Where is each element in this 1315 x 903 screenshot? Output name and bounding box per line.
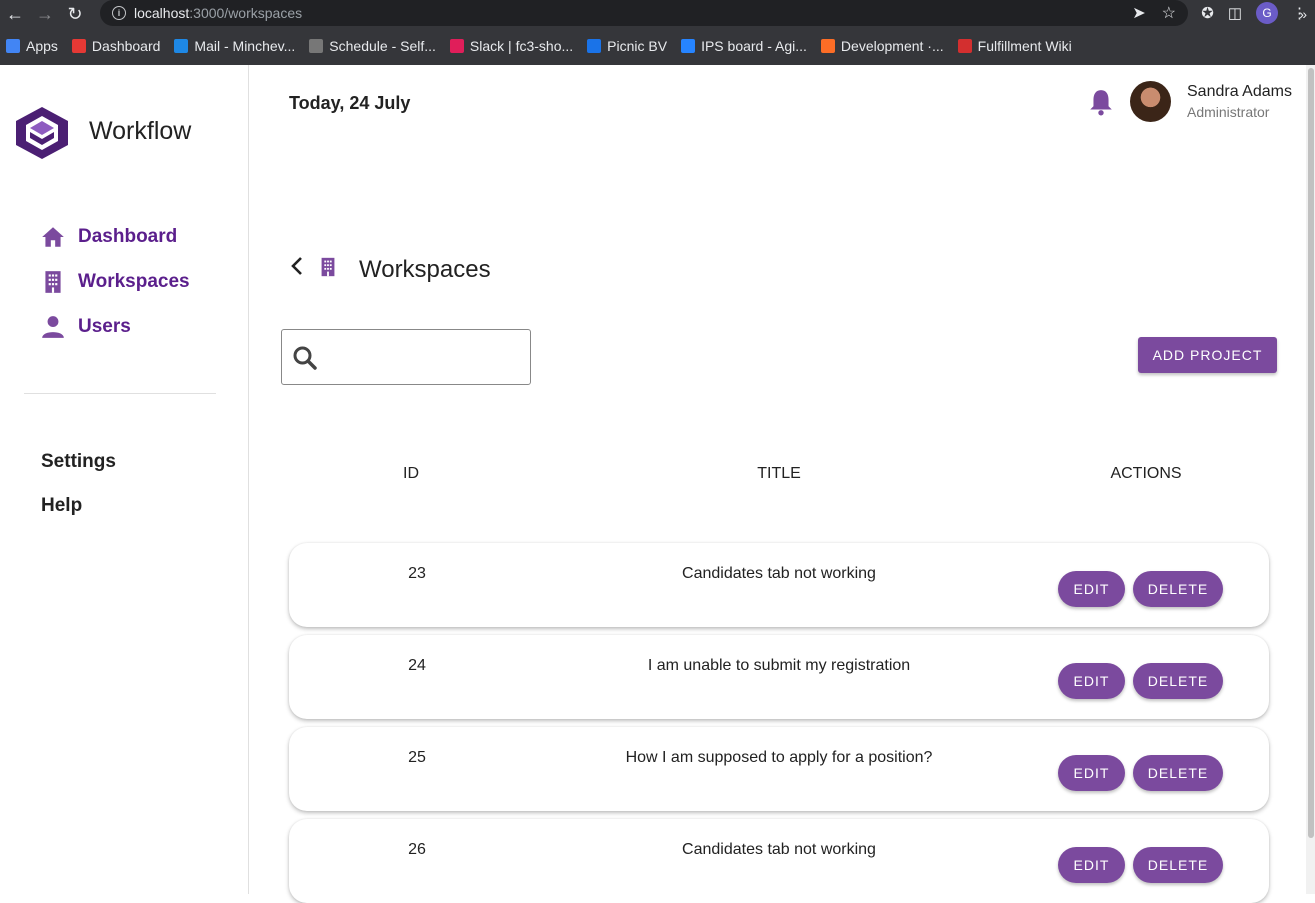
edit-button[interactable]: EDIT [1058, 755, 1125, 791]
delete-button[interactable]: DELETE [1133, 571, 1223, 607]
table-row: 26 Candidates tab not working EDIT DELET… [289, 819, 1269, 903]
bookmarks-more-icon[interactable]: » [1299, 6, 1307, 22]
bookmark-item[interactable]: Apps [6, 38, 58, 54]
row-title: I am unable to submit my registration [647, 657, 911, 674]
extensions-icon[interactable]: ✪ [1201, 4, 1214, 22]
back-arrow-icon[interactable]: ← [0, 0, 30, 28]
building-icon [40, 269, 66, 295]
profile-avatar[interactable]: G [1256, 2, 1278, 24]
column-header-actions: ACTIONS [1110, 465, 1182, 482]
settings-link[interactable]: Settings [41, 451, 116, 473]
edit-button[interactable]: EDIT [1058, 847, 1125, 883]
sidebar-item-label: Workspaces [78, 271, 190, 292]
bookmark-item[interactable]: Development ·... [820, 38, 944, 54]
user-name: Sandra Adams [1187, 83, 1292, 100]
row-id: 24 [408, 657, 426, 674]
user-role: Administrator [1187, 104, 1270, 120]
delete-button[interactable]: DELETE [1133, 755, 1223, 791]
url-path: :3000/workspaces [189, 5, 303, 21]
bookmark-label: Mail - Minchev... [194, 38, 296, 54]
edit-button[interactable]: EDIT [1058, 571, 1125, 607]
row-id: 25 [408, 749, 426, 766]
bookmark-label: Slack | fc3-sho... [469, 38, 574, 54]
page-heading: Workspaces [289, 254, 491, 285]
edit-button[interactable]: EDIT [1058, 663, 1125, 699]
delete-button[interactable]: DELETE [1133, 847, 1223, 883]
bookmark-label: Fulfillment Wiki [977, 38, 1072, 54]
info-icon[interactable]: i [112, 6, 126, 20]
bookmark-favicon-icon [957, 39, 972, 53]
chevron-left-icon[interactable] [289, 254, 305, 285]
sidebar-item-label: Dashboard [78, 226, 178, 247]
home-icon [40, 224, 66, 250]
bookmark-label: Apps [26, 38, 58, 54]
sidebar-item-label: Users [78, 316, 131, 337]
star-icon[interactable]: ☆ [1162, 3, 1176, 23]
search-box[interactable] [281, 329, 531, 385]
send-icon[interactable]: ➤ [1132, 3, 1145, 23]
search-icon [293, 346, 317, 370]
side-panel-icon[interactable]: ◫ [1228, 4, 1242, 22]
bookmark-favicon-icon [174, 39, 189, 53]
today-date: Today, 24 July [289, 93, 411, 113]
sidebar-item-users[interactable]: Users [40, 314, 131, 340]
add-project-button[interactable]: ADD PROJECT [1138, 337, 1277, 373]
reload-icon[interactable]: ↻ [60, 0, 90, 28]
browser-chrome: ← → ↻ i localhost:3000/workspaces ➤ ☆ ✪ … [0, 0, 1315, 65]
bookmark-item[interactable]: Dashboard [71, 38, 161, 54]
table-row: 25 How I am supposed to apply for a posi… [289, 727, 1269, 811]
address-bar[interactable]: i localhost:3000/workspaces ➤ ☆ [100, 0, 1188, 26]
person-icon [40, 314, 66, 340]
sidebar-divider [24, 393, 216, 394]
bookmark-favicon-icon [449, 39, 464, 53]
bookmark-item[interactable]: IPS board - Agi... [681, 38, 807, 54]
bookmark-item[interactable]: Schedule - Self... [309, 38, 436, 54]
building-icon [317, 254, 339, 285]
table-row: 23 Candidates tab not working EDIT DELET… [289, 543, 1269, 627]
sidebar-item-workspaces[interactable]: Workspaces [40, 269, 190, 295]
url-host: localhost [134, 5, 190, 21]
forward-arrow-icon[interactable]: → [30, 0, 60, 28]
help-link[interactable]: Help [41, 495, 82, 517]
bookmark-favicon-icon [71, 39, 86, 53]
row-title: Candidates tab not working [682, 565, 876, 582]
bell-icon[interactable] [1088, 88, 1114, 116]
row-title: How I am supposed to apply for a positio… [625, 749, 933, 766]
bookmark-label: Dashboard [91, 38, 161, 54]
bookmark-item[interactable]: Mail - Minchev... [174, 38, 295, 54]
table-row: 24 I am unable to submit my registration… [289, 635, 1269, 719]
bookmark-favicon-icon [681, 39, 696, 53]
search-input[interactable] [326, 338, 522, 376]
scrollbar-thumb[interactable] [1308, 68, 1314, 838]
bookmark-favicon-icon [587, 39, 602, 53]
workflow-logo [16, 107, 68, 159]
bookmark-favicon-icon [309, 39, 324, 53]
brand-name: Workflow [89, 117, 192, 145]
bookmark-label: Development ·... [840, 38, 944, 54]
bookmark-favicon-icon [820, 39, 835, 53]
row-id: 23 [408, 565, 426, 582]
column-header-id: ID [403, 465, 419, 482]
sidebar: Workflow Dashboard Workspaces Users Sett… [0, 65, 249, 894]
row-id: 26 [408, 841, 426, 858]
bookmark-item[interactable]: Picnic BV [587, 38, 667, 54]
delete-button[interactable]: DELETE [1133, 663, 1223, 699]
bookmark-label: IPS board - Agi... [701, 38, 807, 54]
bookmark-item[interactable]: Slack | fc3-sho... [449, 38, 574, 54]
bookmark-label: Picnic BV [607, 38, 668, 54]
browser-toolbar: ← → ↻ i localhost:3000/workspaces ➤ ☆ ✪ … [0, 0, 1315, 28]
bookmarks-bar: Apps Dashboard Mail - Minchev... Schedule -… [0, 32, 1315, 60]
page-title: Workspaces [359, 255, 491, 283]
row-title: Candidates tab not working [682, 841, 876, 858]
sidebar-item-dashboard[interactable]: Dashboard [40, 224, 177, 250]
avatar[interactable] [1130, 81, 1171, 122]
bookmark-label: Schedule - Self... [329, 38, 436, 54]
bookmark-favicon-icon [6, 39, 20, 53]
column-header-title: TITLE [757, 465, 801, 482]
bookmark-item[interactable]: Fulfillment Wiki [957, 38, 1072, 54]
